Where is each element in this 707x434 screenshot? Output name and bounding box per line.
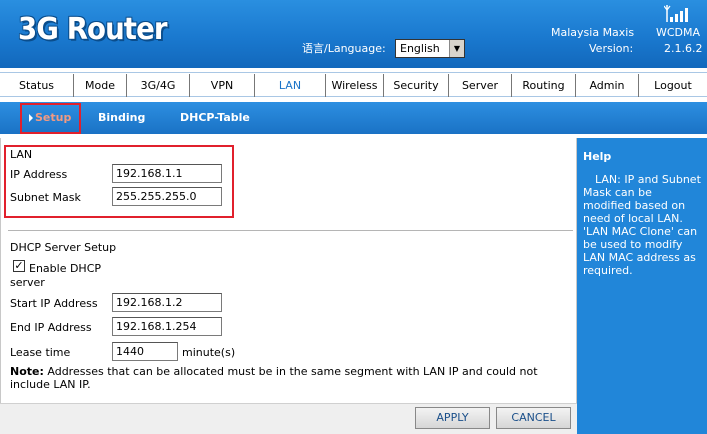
dropdown-arrow-icon[interactable]: ▼ (449, 40, 464, 57)
note-prefix: Note: (10, 365, 44, 378)
end-ip-input[interactable]: 192.168.1.254 (112, 317, 222, 336)
note-text: Note: Addresses that can be allocated mu… (10, 365, 565, 391)
highlight-box-lan (4, 145, 234, 218)
lease-time-label: Lease time (10, 346, 71, 359)
subnav-dhcp-table[interactable]: DHCP-Table (180, 111, 250, 124)
nav-3g4g[interactable]: 3G/4G (127, 74, 190, 97)
help-text: LAN: IP and Subnet Mask can be modified … (583, 173, 701, 277)
help-title: Help (583, 150, 612, 163)
nav-status[interactable]: Status (0, 74, 74, 97)
help-panel: Help LAN: IP and Subnet Mask can be modi… (577, 138, 707, 434)
signal-strength-icon (664, 5, 688, 22)
sub-nav: Setup Binding DHCP-Table (0, 102, 707, 134)
language-select[interactable]: English ▼ (395, 39, 465, 58)
lease-time-input[interactable]: 1440 (112, 342, 178, 361)
start-ip-label: Start IP Address (10, 297, 98, 310)
enable-dhcp-label: Enable DHCP (29, 262, 102, 275)
enable-dhcp-label-2: server (10, 276, 45, 289)
start-ip-input[interactable]: 192.168.1.2 (112, 293, 222, 312)
enable-dhcp-checkbox[interactable]: ✓ (13, 260, 25, 272)
nav-server[interactable]: Server (449, 74, 512, 97)
nav-mode[interactable]: Mode (74, 74, 127, 97)
end-ip-label: End IP Address (10, 321, 92, 334)
version-label: Version: (589, 42, 634, 55)
nav-logout[interactable]: Logout (639, 74, 707, 97)
nav-vpn[interactable]: VPN (190, 74, 255, 97)
section-divider (8, 230, 573, 231)
nav-routing[interactable]: Routing (512, 74, 576, 97)
highlight-box-setup (20, 103, 81, 134)
language-label: 语言/Language: (302, 42, 386, 55)
header-bar: 3G Router 语言/Language: English ▼ Malaysi… (0, 0, 707, 68)
version-value: 2.1.6.2 (664, 42, 703, 55)
lease-time-unit: minute(s) (182, 346, 236, 359)
button-bar: APPLY CANCEL (0, 403, 577, 434)
language-select-value: English (400, 42, 440, 55)
nav-admin[interactable]: Admin (576, 74, 639, 97)
nav-security[interactable]: Security (384, 74, 449, 97)
logo: 3G Router (18, 12, 167, 47)
nav-wireless[interactable]: Wireless (326, 74, 384, 97)
cancel-button[interactable]: CANCEL (496, 407, 571, 429)
main-nav: Status Mode 3G/4G VPN LAN Wireless Secur… (0, 72, 707, 97)
dhcp-section-title: DHCP Server Setup (10, 241, 117, 254)
note-body: Addresses that can be allocated must be … (10, 365, 538, 391)
apply-button[interactable]: APPLY (415, 407, 490, 429)
subnav-binding[interactable]: Binding (98, 111, 145, 124)
network-type: WCDMA (656, 26, 701, 39)
nav-lan[interactable]: LAN (255, 74, 326, 97)
carrier-name: Malaysia Maxis (551, 26, 635, 39)
